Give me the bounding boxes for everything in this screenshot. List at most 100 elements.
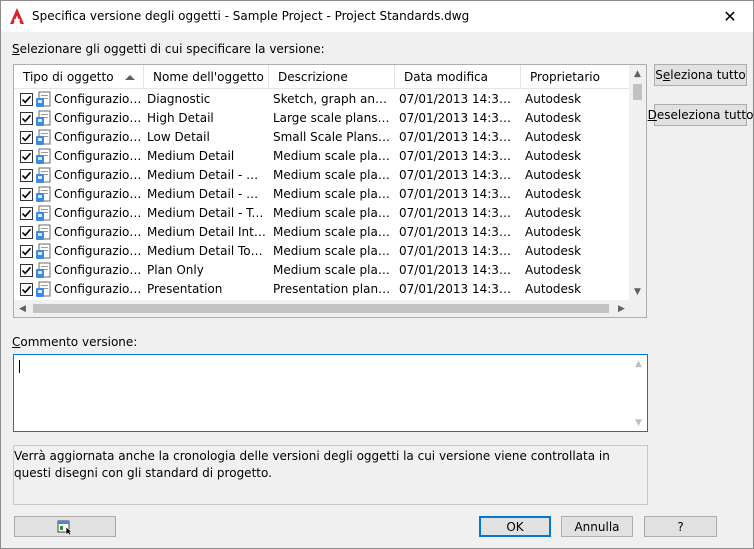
cell-owner: Autodesk: [525, 225, 582, 239]
list-item[interactable]: Configurazion... Presentation Presentation…: [14, 280, 630, 299]
window-title: Specifica versione degli oggetti - Sampl…: [32, 9, 470, 23]
title-bar: Specifica versione degli oggetti - Sampl…: [1, 1, 753, 32]
cell-name: Medium Detail - Gr...: [147, 168, 267, 182]
scroll-up-icon[interactable]: ▲: [629, 65, 646, 82]
row-checkbox[interactable]: [20, 188, 33, 201]
checkmark-icon: [21, 209, 32, 218]
cancel-button[interactable]: Annulla: [561, 516, 633, 537]
cell-desc: Medium scale plans...: [273, 263, 393, 277]
cell-owner: Autodesk: [525, 244, 582, 258]
checkmark-icon: [21, 171, 32, 180]
list-item[interactable]: Configurazion... Medium Detail Inter... Me…: [14, 223, 630, 242]
column-header-name[interactable]: Nome dell'oggetto: [144, 65, 269, 89]
ok-button[interactable]: OK: [479, 516, 551, 537]
info-message: Verrà aggiornata anche la cronologia del…: [13, 445, 648, 505]
row-checkbox[interactable]: [20, 283, 33, 296]
list-item[interactable]: Configurazion... Medium Detail - Gr... Med…: [14, 185, 630, 204]
column-header-modified-date[interactable]: Data modifica: [395, 65, 521, 89]
list-body: Configurazion... Diagnostic Sketch, graph …: [14, 90, 630, 300]
cell-type: Configurazion...: [54, 130, 144, 144]
row-checkbox[interactable]: [20, 169, 33, 182]
list-item[interactable]: Configurazion... Medium Detail - To... Med…: [14, 204, 630, 223]
checkmark-icon: [21, 285, 32, 294]
scroll-up-icon[interactable]: ▲: [630, 355, 647, 372]
cell-name: Presentation: [147, 282, 223, 296]
row-checkbox[interactable]: [20, 245, 33, 258]
dialog-window: Specifica versione degli oggetti - Sampl…: [0, 0, 754, 549]
cell-name: Low Detail: [147, 130, 210, 144]
cell-type: Configurazion...: [54, 187, 144, 201]
cell-name: Medium Detail Inter...: [147, 225, 267, 239]
checkmark-icon: [21, 190, 32, 199]
cell-date: 07/01/2013 14:35:09: [399, 130, 517, 144]
hscroll-thumb[interactable]: [33, 304, 609, 313]
scroll-down-icon[interactable]: ▼: [630, 414, 647, 431]
comment-textarea[interactable]: ▲ ▼: [13, 354, 648, 432]
cell-owner: Autodesk: [525, 282, 582, 296]
list-item[interactable]: Configurazion... High Detail Large scale p…: [14, 109, 630, 128]
cell-owner: Autodesk: [525, 149, 582, 163]
list-item[interactable]: Configurazion... Low Detail Small Scale Pl…: [14, 128, 630, 147]
row-checkbox[interactable]: [20, 131, 33, 144]
cell-date: 07/01/2013 14:35:09: [399, 206, 517, 220]
cell-desc: Medium scale plans...: [273, 206, 393, 220]
scroll-down-icon[interactable]: ▼: [629, 283, 646, 300]
row-checkbox[interactable]: [20, 93, 33, 106]
list-header: Tipo di oggetto Nome dell'oggetto Descri…: [14, 65, 630, 89]
scroll-left-icon[interactable]: ◀: [14, 300, 31, 317]
close-button[interactable]: ✕: [707, 1, 753, 32]
checkmark-icon: [21, 133, 32, 142]
window-cursor-icon: [57, 520, 73, 535]
list-horizontal-scrollbar[interactable]: ◀ ▶: [14, 300, 630, 317]
cell-owner: Autodesk: [525, 92, 582, 106]
row-checkbox[interactable]: [20, 150, 33, 163]
cell-date: 07/01/2013 14:35:09: [399, 263, 517, 277]
cell-type: Configurazion...: [54, 168, 144, 182]
row-checkbox[interactable]: [20, 264, 33, 277]
cell-type: Configurazion...: [54, 282, 144, 296]
close-icon: ✕: [723, 7, 737, 26]
list-item[interactable]: Configurazion... Medium Detail Medium scal…: [14, 147, 630, 166]
comment-scrollbar[interactable]: ▲ ▼: [630, 355, 647, 431]
list-item[interactable]: Configurazion... Diagnostic Sketch, graph …: [14, 90, 630, 109]
checkmark-icon: [21, 266, 32, 275]
cell-desc: Medium scale plans...: [273, 225, 393, 239]
column-header-owner[interactable]: Proprietario: [521, 65, 630, 89]
cell-desc: Presentation plan di...: [273, 282, 393, 296]
cell-owner: Autodesk: [525, 111, 582, 125]
scroll-right-icon[interactable]: ▶: [613, 300, 630, 317]
comment-label: Commento versione:: [12, 335, 138, 349]
list-item[interactable]: Configurazion... Medium Detail Top ... Med…: [14, 242, 630, 261]
scroll-thumb[interactable]: [633, 84, 642, 100]
cell-type: Configurazion...: [54, 206, 144, 220]
cell-date: 07/01/2013 14:35:09: [399, 168, 517, 182]
deselect-all-button[interactable]: Deseleziona tutto: [648, 104, 753, 126]
cell-name: Plan Only: [147, 263, 204, 277]
column-header-description[interactable]: Descrizione: [269, 65, 395, 89]
checkmark-icon: [21, 228, 32, 237]
cell-name: Medium Detail: [147, 149, 235, 163]
help-button[interactable]: ?: [644, 516, 717, 537]
list-item[interactable]: Configurazion... Medium Detail - Gr... Med…: [14, 166, 630, 185]
cell-date: 07/01/2013 14:35:09: [399, 244, 517, 258]
text-caret: [19, 360, 20, 373]
cell-type: Configurazion...: [54, 92, 144, 106]
select-all-button[interactable]: Se leziona tutto: [654, 64, 747, 86]
list-vertical-scrollbar[interactable]: ▲ ▼: [629, 65, 646, 300]
cell-desc: Sketch, graph and d...: [273, 92, 393, 106]
cell-name: Medium Detail - To...: [147, 206, 267, 220]
row-checkbox[interactable]: [20, 226, 33, 239]
cell-owner: Autodesk: [525, 130, 582, 144]
list-item[interactable]: Configurazion... Plan Only Medium scale pl…: [14, 261, 630, 280]
row-checkbox[interactable]: [20, 112, 33, 125]
objects-list[interactable]: Tipo di oggetto Nome dell'oggetto Descri…: [13, 64, 647, 318]
column-header-type[interactable]: Tipo di oggetto: [14, 65, 144, 89]
preview-button[interactable]: [14, 516, 116, 537]
cell-date: 07/01/2013 14:35:09: [399, 225, 517, 239]
checkmark-icon: [21, 247, 32, 256]
cell-type: Configurazion...: [54, 244, 144, 258]
row-checkbox[interactable]: [20, 207, 33, 220]
cell-desc: Medium scale plans...: [273, 168, 393, 182]
cell-desc: Medium scale plans...: [273, 187, 393, 201]
objects-list-label: Selezionare gli oggetti di cui specifica…: [12, 42, 325, 56]
